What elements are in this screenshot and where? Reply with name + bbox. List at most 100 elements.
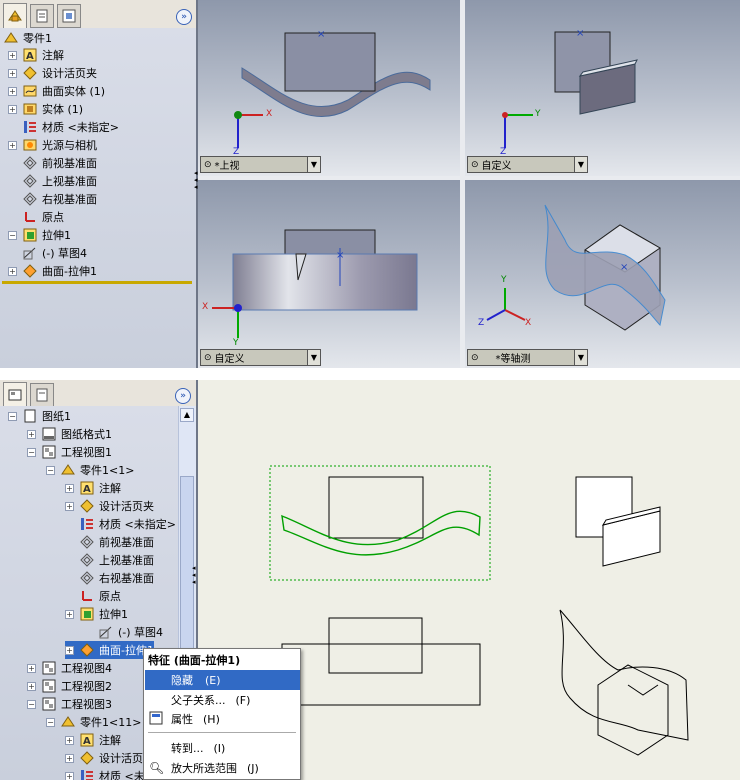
tree-item[interactable]: (-) 草图4	[84, 623, 163, 641]
property-manager-tab[interactable]	[30, 4, 54, 28]
tree-item[interactable]: − 零件1<11>	[46, 713, 141, 731]
tree-item[interactable]: 上视基准面	[65, 551, 154, 569]
view-name: 自定义	[214, 354, 245, 365]
view-orientation-dropdown[interactable]: ⊙ 自定义 ▼	[467, 156, 588, 173]
tree-item[interactable]: (-) 草图4	[8, 244, 87, 262]
tree-item[interactable]: 右视基准面	[65, 569, 154, 587]
tree-item[interactable]: + 曲面-拉伸1	[8, 262, 97, 280]
expand-toggle-icon[interactable]: +	[65, 753, 74, 763]
expand-toggle-icon[interactable]: +	[65, 501, 74, 511]
splitter-arrow-icon[interactable]: ◂ ◂ ◂	[192, 565, 197, 587]
tree-item-label: 曲面-拉伸1	[42, 265, 97, 278]
tree-item[interactable]: 右视基准面	[8, 190, 97, 208]
tree-item[interactable]: 材质 <未指定>	[65, 515, 176, 533]
tree-item[interactable]: 原点	[8, 208, 64, 226]
expand-toggle-icon[interactable]: +	[65, 483, 74, 493]
expand-toggle-icon[interactable]: −	[8, 230, 17, 240]
tree-item[interactable]: − 拉伸1	[8, 226, 71, 244]
tree-item[interactable]: 原点	[65, 587, 121, 605]
tree-item[interactable]: − 工程视图3	[27, 695, 112, 713]
shortcut-key: (H)	[203, 712, 220, 726]
expand-toggle-icon[interactable]: −	[8, 411, 17, 421]
tree-item[interactable]: + 曲面实体 (1)	[8, 82, 105, 100]
tree-item[interactable]: + 拉伸1	[65, 605, 128, 623]
expand-toggle-icon[interactable]: +	[8, 104, 17, 114]
expand-toggle-icon[interactable]: +	[27, 663, 36, 673]
link-icon: ⊙	[471, 352, 479, 363]
tree-item[interactable]: + 图纸格式1	[27, 425, 112, 443]
chevron-down-icon[interactable]: ▼	[574, 157, 587, 172]
menu-item-goto[interactable]: 转到... (I)	[144, 738, 300, 758]
context-menu-title: 特征 (曲面-拉伸1)	[144, 650, 300, 670]
link-icon: ⊙	[204, 159, 212, 170]
expand-toggle-icon[interactable]: −	[46, 717, 55, 727]
tree-item-label: 前视基准面	[99, 536, 154, 549]
expand-toggle-icon[interactable]: −	[27, 699, 36, 709]
tree-item[interactable]: + 实体 (1)	[8, 100, 83, 118]
tree-item[interactable]: − 图纸1	[8, 407, 71, 425]
svg-text:A: A	[26, 51, 34, 62]
tree-item[interactable]: 前视基准面	[8, 154, 97, 172]
tree-item[interactable]: − 工程视图1	[27, 443, 112, 461]
expand-toggle-icon[interactable]: +	[8, 140, 17, 150]
expand-toggle-icon[interactable]: −	[27, 447, 36, 457]
tree-item[interactable]: + 工程视图2	[27, 677, 112, 695]
drawing-view-icon	[42, 445, 56, 459]
viewport-bottom-right[interactable]: × Y X Z ⊙ *等轴测 ▼	[465, 180, 740, 368]
expand-toggle-icon[interactable]: +	[8, 86, 17, 96]
tree-item[interactable]: + 光源与相机	[8, 136, 97, 154]
tree-item[interactable]: + A 注解	[65, 479, 121, 497]
tree-item[interactable]: + A 注解	[8, 46, 64, 64]
tree-item[interactable]: + 工程视图4	[27, 659, 112, 677]
expand-toggle-icon[interactable]: −	[46, 465, 55, 475]
tree-item[interactable]: + 材质 <未	[65, 767, 145, 780]
expand-panel-chevron-icon[interactable]: »	[175, 388, 191, 404]
chevron-down-icon[interactable]: ▼	[307, 350, 320, 365]
tree-item[interactable]: 上视基准面	[8, 172, 97, 190]
viewport-top-right[interactable]: × Y Z ⊙ 自定义 ▼	[465, 0, 740, 176]
expand-toggle-icon[interactable]: +	[27, 681, 36, 691]
property-manager-tab[interactable]	[30, 383, 54, 407]
configuration-manager-tab[interactable]	[57, 4, 81, 28]
menu-item-hide[interactable]: 隐藏 (E)	[145, 670, 300, 690]
feature-manager-tab[interactable]	[3, 3, 27, 28]
isometric-view-model: ×	[486, 204, 666, 331]
viewport-top-left[interactable]: × X Z ⊙ *上视 ▼	[198, 0, 460, 176]
expand-toggle-icon[interactable]: +	[65, 645, 74, 655]
rollback-bar[interactable]	[2, 281, 192, 284]
expand-toggle-icon[interactable]: +	[65, 771, 74, 780]
expand-toggle-icon[interactable]: +	[8, 266, 17, 276]
tree-item[interactable]: + 设计活页夹	[65, 497, 154, 515]
menu-item-properties[interactable]: 属性 (H)	[144, 709, 300, 729]
tree-item[interactable]: + 设计活页夹	[65, 749, 154, 767]
tree-item[interactable]: − 零件1<1>	[46, 461, 134, 479]
expand-toggle-icon[interactable]: +	[8, 50, 17, 60]
custom-view-model: ×	[502, 28, 638, 148]
view-orientation-dropdown[interactable]: ⊙ 自定义 ▼	[200, 349, 321, 366]
expand-panel-chevron-icon[interactable]: »	[176, 9, 192, 25]
tree-item[interactable]: + 设计活页夹	[8, 64, 97, 82]
tree-root-part[interactable]: 零件1	[4, 29, 52, 47]
scroll-up-arrow-icon[interactable]: ▲	[180, 408, 194, 422]
tree-item[interactable]: + 曲面-拉伸1	[65, 641, 154, 659]
expand-toggle-icon[interactable]: +	[65, 735, 74, 745]
tree-item[interactable]: 材质 <未指定>	[8, 118, 119, 136]
expand-toggle-icon[interactable]: +	[8, 68, 17, 78]
tree-item[interactable]: 前视基准面	[65, 533, 154, 551]
chevron-down-icon[interactable]: ▼	[307, 157, 320, 172]
drawing-tree-tab[interactable]	[3, 382, 27, 407]
expand-toggle-icon[interactable]: +	[65, 609, 74, 619]
view-orientation-dropdown[interactable]: ⊙ *上视 ▼	[200, 156, 321, 173]
view-orientation-dropdown[interactable]: ⊙ *等轴测 ▼	[467, 349, 588, 366]
tree-item[interactable]: + A 注解	[65, 731, 121, 749]
chevron-down-icon[interactable]: ▼	[574, 350, 587, 365]
menu-item-zoom-to-selection[interactable]: 🔍︎ 放大所选范围 (J)	[144, 758, 300, 778]
sheet-format-icon	[42, 427, 56, 441]
expand-toggle-icon[interactable]: +	[27, 429, 36, 439]
menu-item-parent-child[interactable]: 父子关系... (F)	[144, 690, 300, 710]
viewport-bottom-left[interactable]: × X Y ⊙ 自定义 ▼	[198, 180, 460, 368]
surface-extrude-icon	[80, 643, 94, 657]
zoom-icon: 🔍︎	[149, 761, 165, 775]
